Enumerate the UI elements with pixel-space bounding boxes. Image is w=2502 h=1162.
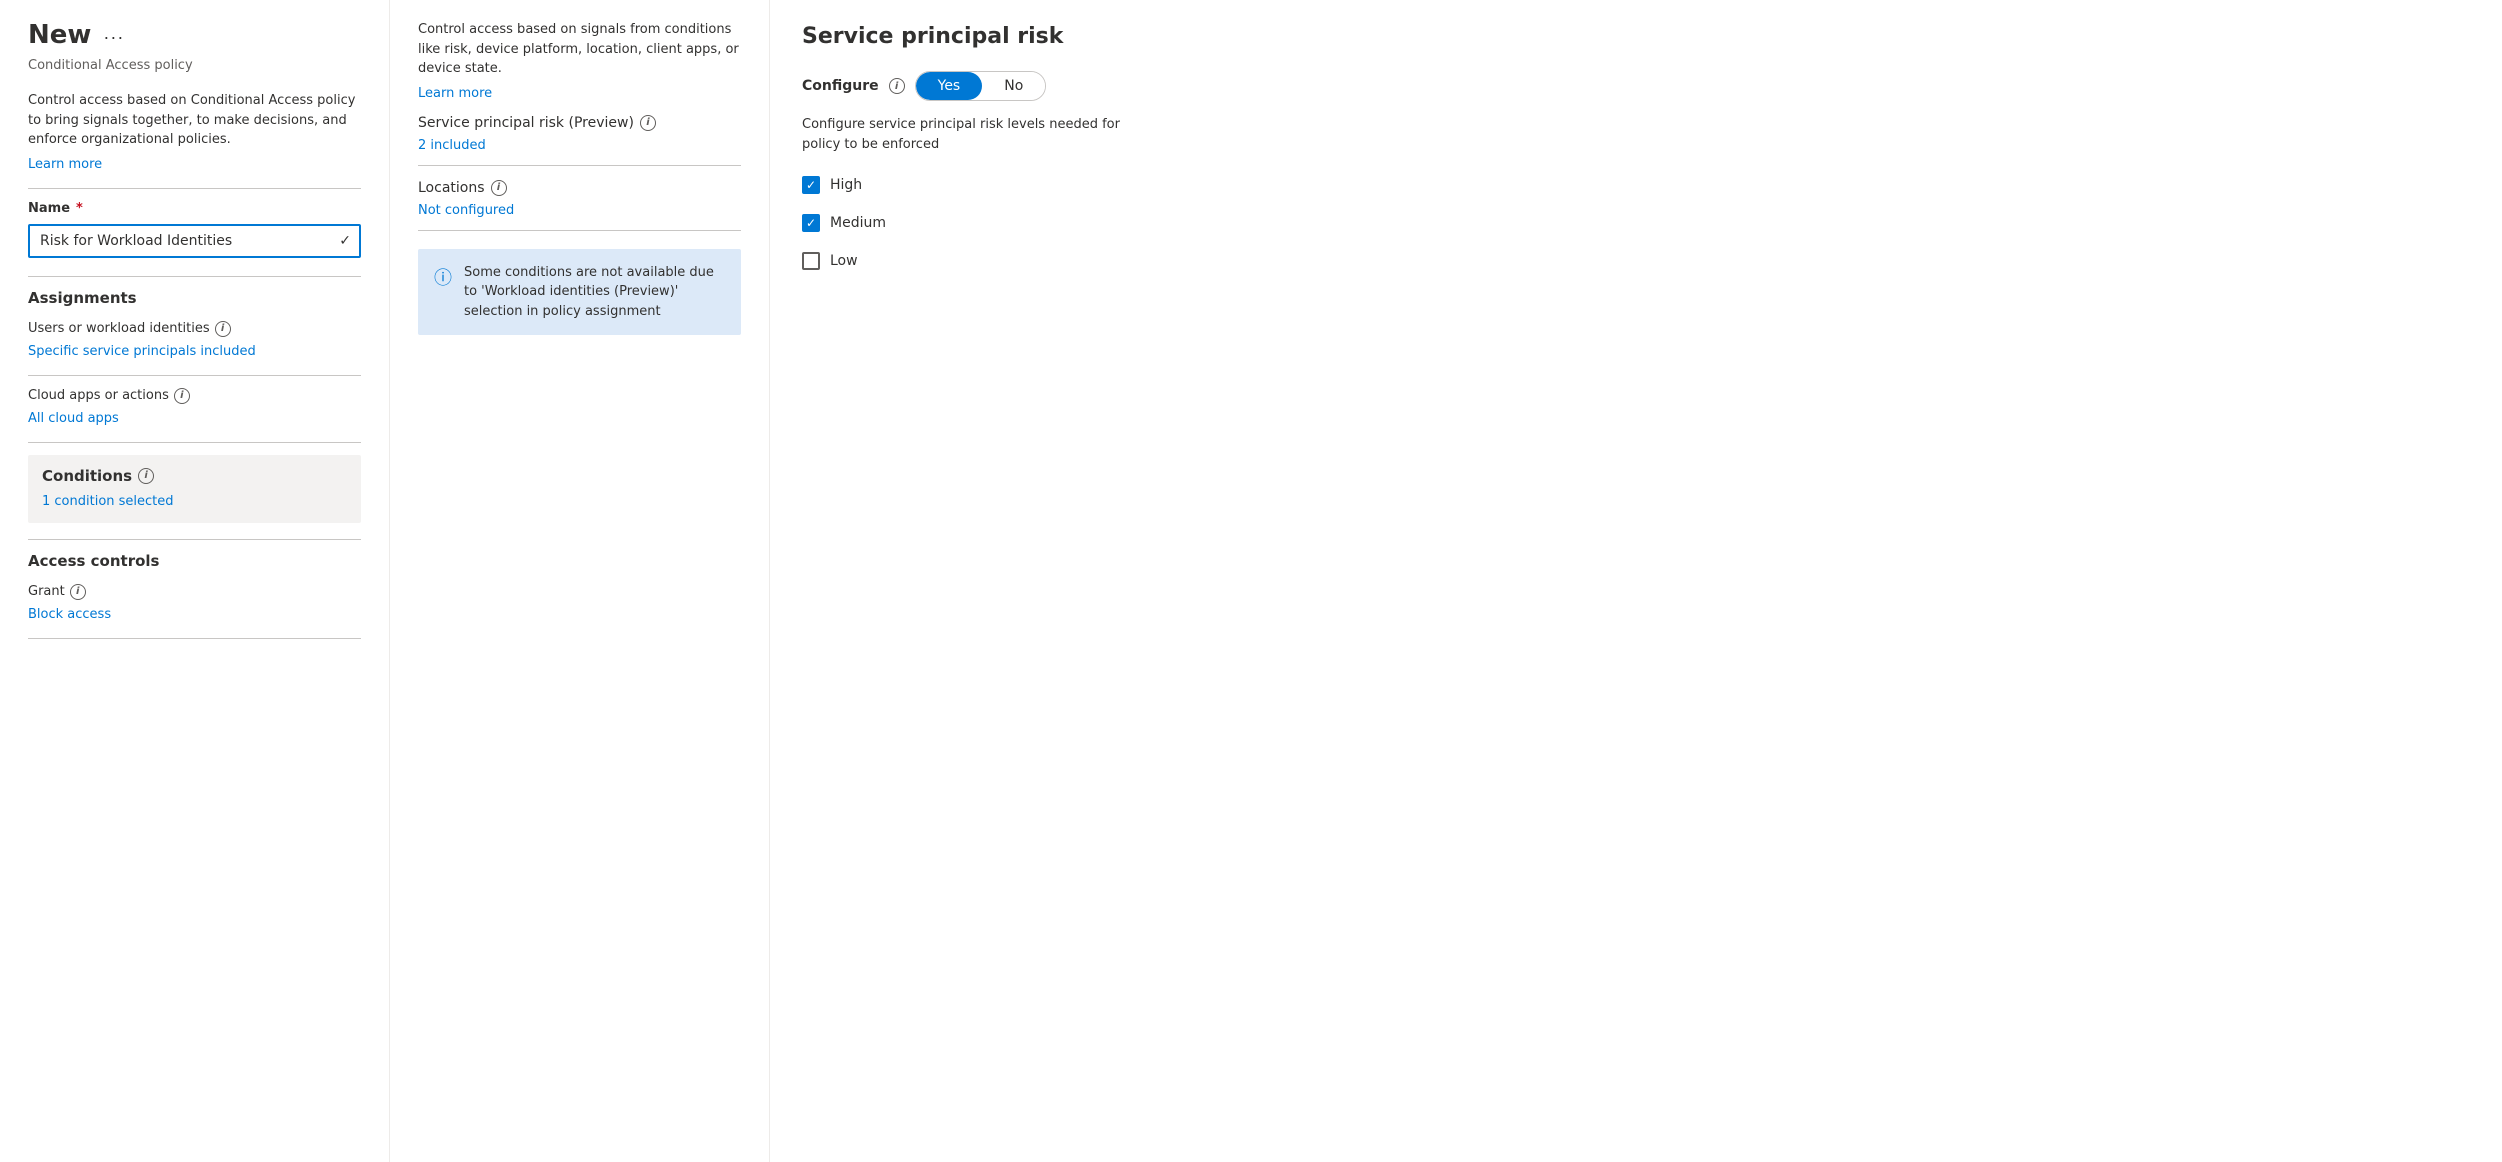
learn-more-link-left[interactable]: Learn more [28,157,102,172]
service-principal-risk-label: Service principal risk (Preview) [418,115,634,131]
risk-levels-container: ✓ High ✓ Medium Low [802,176,2470,270]
middle-panel: Control access based on signals from con… [390,0,770,1162]
grant-label: Grant i [28,584,361,600]
ellipsis-button[interactable]: ··· [99,27,128,48]
users-info-icon: i [215,321,231,337]
checkmark-icon-high: ✓ [806,179,816,191]
conditions-block: Conditions i 1 condition selected [28,455,361,523]
checkbox-medium[interactable]: ✓ [802,214,820,232]
info-box-text: Some conditions are not available due to… [464,263,725,322]
service-principal-risk-info-icon: i [640,115,656,131]
yes-no-toggle: Yes No [915,71,1047,101]
checkbox-high[interactable]: ✓ [802,176,820,194]
right-panel-title: Service principal risk [802,24,2470,49]
main-description: Control access based on Conditional Acce… [28,91,361,150]
configure-label: Configure [802,78,879,94]
checkbox-label-high: High [830,177,862,193]
users-label: Users or workload identities i [28,321,361,337]
required-star: * [76,201,83,216]
name-input-wrapper: ✓ [28,224,361,258]
conditions-value-link[interactable]: 1 condition selected [42,494,174,509]
users-value-link[interactable]: Specific service principals included [28,344,256,359]
checkmark-icon-medium: ✓ [806,217,816,229]
page-title: New [28,20,91,50]
right-panel: Service principal risk Configure i Yes N… [770,0,2502,1162]
name-input[interactable] [28,224,361,258]
info-box-icon: ⓘ [434,264,452,290]
access-controls-header: Access controls [28,552,361,570]
cloud-apps-label: Cloud apps or actions i [28,388,361,404]
name-label: Name * [28,201,361,216]
page-subtitle: Conditional Access policy [28,58,361,73]
grant-value-link[interactable]: Block access [28,607,111,622]
assignments-header: Assignments [28,289,361,307]
locations-label: Locations [418,180,485,196]
configure-info-icon: i [889,78,905,94]
conditions-info-icon: i [138,468,154,484]
locations-info-icon: i [491,180,507,196]
learn-more-link-middle[interactable]: Learn more [418,86,492,101]
locations-value[interactable]: Not configured [418,203,514,218]
configure-row: Configure i Yes No [802,71,2470,101]
cloud-apps-value-link[interactable]: All cloud apps [28,411,119,426]
service-principal-risk-row: Service principal risk (Preview) i 2 inc… [418,101,741,166]
checkbox-label-low: Low [830,253,858,269]
conditions-description: Control access based on signals from con… [418,20,741,79]
configure-description: Configure service principal risk levels … [802,115,1142,154]
left-panel: New ··· Conditional Access policy Contro… [0,0,390,1162]
grant-info-icon: i [70,584,86,600]
input-checkmark-icon: ✓ [339,233,351,249]
cloud-apps-info-icon: i [174,388,190,404]
conditions-header: Conditions i [42,467,347,485]
checkbox-row-high: ✓ High [802,176,2470,194]
locations-row: Locations i Not configured [418,166,741,231]
service-principal-risk-value[interactable]: 2 included [418,138,486,153]
info-box: ⓘ Some conditions are not available due … [418,249,741,336]
checkbox-low[interactable] [802,252,820,270]
checkbox-label-medium: Medium [830,215,886,231]
checkbox-row-low: Low [802,252,2470,270]
no-toggle-button[interactable]: No [982,72,1045,100]
yes-toggle-button[interactable]: Yes [916,72,983,100]
checkbox-row-medium: ✓ Medium [802,214,2470,232]
